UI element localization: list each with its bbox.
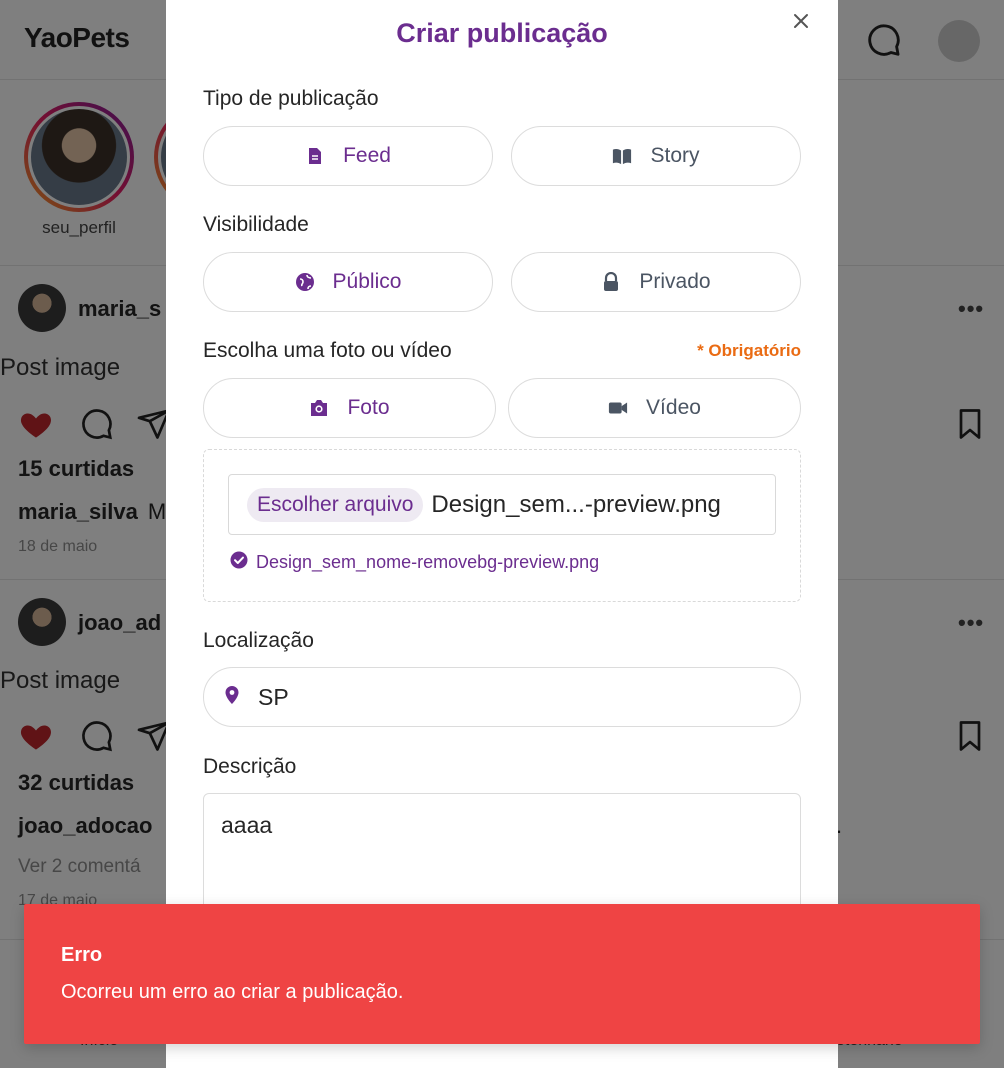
modal-title: Criar publicação (396, 18, 608, 48)
media-video-button[interactable]: Vídeo (508, 378, 801, 438)
selected-file-name: Design_sem...-preview.png (431, 490, 721, 518)
camera-icon (309, 398, 329, 418)
video-camera-icon (608, 398, 628, 418)
location-value: SP (258, 683, 289, 710)
choose-file-button[interactable]: Escolher arquivo (247, 487, 424, 522)
media-label: Escolha uma foto ou vídeo (203, 339, 452, 362)
type-story-button[interactable]: Story (511, 126, 801, 186)
visibility-private-button[interactable]: Privado (511, 252, 801, 312)
visibility-public-label: Público (332, 270, 402, 293)
error-toast[interactable]: Erro Ocorreu um erro ao criar a publicaç… (24, 904, 980, 1044)
upload-area[interactable]: Escolher arquivo Design_sem...-preview.p… (203, 449, 801, 602)
confirmed-file-name: Design_sem_nome-removebg-preview.png (256, 552, 600, 572)
location-label: Localização (203, 629, 314, 652)
toast-message: Ocorreu um erro ao criar a publicação. (61, 981, 404, 1003)
required-indicator: * Obrigatório (697, 341, 801, 360)
close-icon[interactable] (786, 6, 816, 36)
file-confirmation: Design_sem_nome-removebg-preview.png (230, 551, 599, 574)
type-story-label: Story (650, 144, 700, 167)
toast-title: Erro (61, 944, 103, 966)
media-photo-label: Foto (347, 396, 390, 419)
location-input[interactable]: SP (203, 667, 801, 727)
media-photo-button[interactable]: Foto (203, 378, 496, 438)
visibility-public-button[interactable]: Público (203, 252, 493, 312)
check-circle-icon (230, 551, 248, 574)
lock-icon (601, 272, 621, 292)
book-icon (612, 146, 632, 166)
document-icon (305, 146, 325, 166)
description-label: Descrição (203, 755, 297, 778)
visibility-private-label: Privado (639, 270, 711, 293)
globe-icon (295, 272, 315, 292)
map-pin-icon (224, 685, 240, 710)
media-video-label: Vídeo (646, 396, 701, 419)
file-input[interactable]: Escolher arquivo Design_sem...-preview.p… (228, 474, 776, 535)
visibility-label: Visibilidade (203, 213, 309, 236)
type-feed-label: Feed (343, 144, 391, 167)
type-label: Tipo de publicação (203, 87, 379, 110)
type-feed-button[interactable]: Feed (203, 126, 493, 186)
